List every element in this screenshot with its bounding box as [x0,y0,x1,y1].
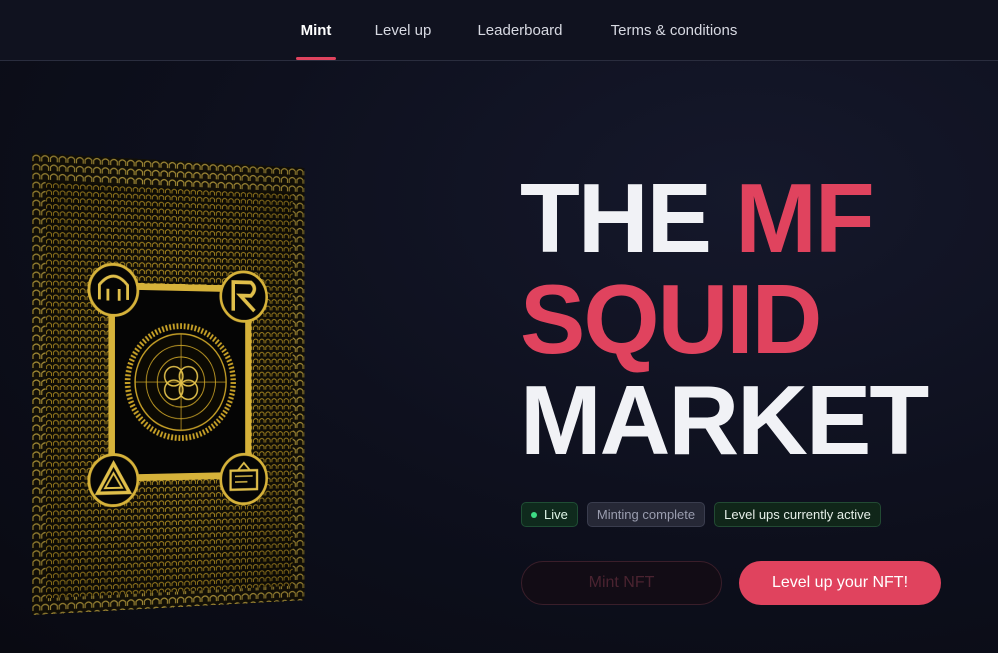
hero-title-squid: SQUID [520,264,822,374]
level-ups-badge-label: Level ups currently active [724,507,871,522]
hero-title-the: THE [520,163,736,273]
live-dot-icon [531,511,537,518]
nav-tab-terms[interactable]: Terms & conditions [600,0,748,61]
level-ups-active-badge: Level ups currently active [714,502,881,527]
minting-badge-label: Minting complete [596,507,696,522]
nft-card-image [32,153,305,615]
mint-nft-button[interactable]: Mint NFT [521,561,722,605]
nav-tab-mint[interactable]: Mint [292,0,340,61]
live-badge-label: Live [544,507,568,522]
r-logo-icon [221,271,267,321]
hero-title: THE MF SQUID MARKET [520,168,980,471]
active-tab-indicator [296,57,336,60]
minting-complete-badge: Minting complete [586,502,706,527]
status-badges: Live Minting complete Level ups currentl… [521,502,881,527]
hero-title-mf: MF [735,163,874,273]
hero-title-market: MARKET [520,365,929,475]
live-badge: Live [521,502,578,527]
tv-logo-icon [221,454,267,504]
nav-tab-leaderboard[interactable]: Leaderboard [468,0,572,61]
squid-logo-icon [89,264,138,316]
triangle-logo-icon [89,454,138,506]
level-up-nft-button[interactable]: Level up your NFT! [739,561,941,605]
nav-tab-level-up[interactable]: Level up [366,0,440,61]
top-navigation: Mint Level up Leaderboard Terms & condit… [0,0,998,61]
